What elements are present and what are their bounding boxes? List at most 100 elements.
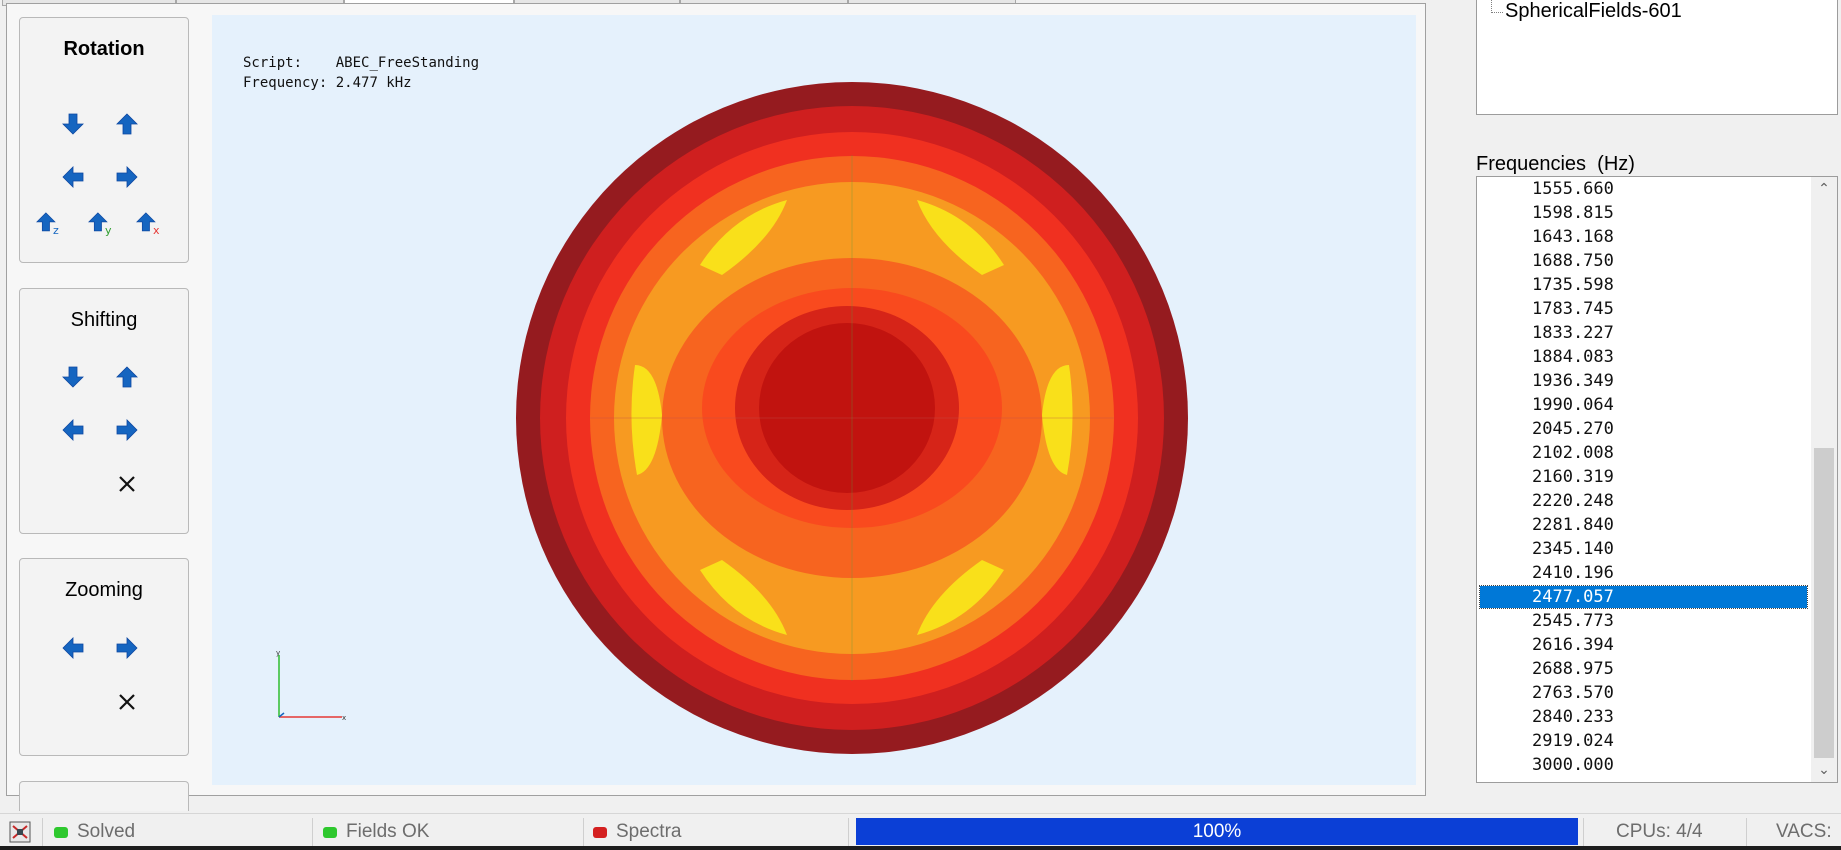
shift-up-button[interactable] bbox=[114, 364, 140, 390]
status-separator bbox=[1746, 818, 1747, 846]
shift-reset-button[interactable] bbox=[114, 471, 140, 497]
arrow-left-icon bbox=[62, 166, 84, 188]
close-x-icon bbox=[117, 474, 137, 494]
status-separator bbox=[42, 818, 43, 846]
chevron-down-icon: ⌄ bbox=[1818, 762, 1830, 778]
app-window: Rotation z y x Shifting Zooming Script: … bbox=[0, 0, 1841, 850]
axis-y-icon: y bbox=[88, 210, 114, 236]
frequency-item[interactable]: 2345.140 bbox=[1480, 538, 1807, 560]
status-separator bbox=[848, 818, 849, 846]
status-separator bbox=[583, 818, 584, 846]
frequency-item[interactable]: 2281.840 bbox=[1480, 514, 1807, 536]
fields-status: Fields OK bbox=[323, 816, 429, 848]
frequency-item[interactable]: 2220.248 bbox=[1480, 490, 1807, 512]
frequency-item[interactable]: 2410.196 bbox=[1480, 562, 1807, 584]
arrow-down-icon bbox=[62, 366, 84, 388]
frequency-item[interactable]: 2045.270 bbox=[1480, 418, 1807, 440]
frequency-item-selected[interactable]: 2477.057 bbox=[1479, 585, 1808, 609]
zooming-group: Zooming bbox=[19, 558, 189, 756]
svg-text:z: z bbox=[53, 224, 59, 236]
zoom-in-button[interactable] bbox=[114, 635, 140, 661]
status-separator bbox=[1583, 818, 1584, 846]
arrow-right-icon bbox=[116, 419, 138, 441]
arrow-left-icon bbox=[62, 419, 84, 441]
frequency-item[interactable]: 2160.319 bbox=[1480, 466, 1807, 488]
rotate-down-button[interactable] bbox=[60, 111, 86, 137]
svg-text:x: x bbox=[153, 224, 160, 236]
scroll-thumb[interactable] bbox=[1814, 448, 1834, 758]
frequencies-scrollbar[interactable]: ⌃ ⌄ bbox=[1811, 177, 1837, 782]
svg-text:x: x bbox=[342, 714, 346, 722]
close-x-icon bbox=[117, 692, 137, 712]
frequency-item[interactable]: 1936.349 bbox=[1480, 370, 1807, 392]
fields-ok-label: Fields OK bbox=[346, 821, 430, 842]
green-led-icon bbox=[323, 826, 337, 838]
zooming-title: Zooming bbox=[65, 579, 143, 601]
frequency-item[interactable]: 2545.773 bbox=[1480, 610, 1807, 632]
rotate-z-button[interactable]: z bbox=[36, 210, 62, 236]
app-status-icon bbox=[8, 816, 32, 848]
rotate-x-button[interactable]: x bbox=[136, 210, 162, 236]
shift-down-button[interactable] bbox=[60, 364, 86, 390]
frequency-item[interactable]: 3000.000 bbox=[1480, 754, 1807, 776]
tree-connector bbox=[1491, 0, 1503, 13]
frequency-item[interactable]: 1555.660 bbox=[1480, 178, 1807, 200]
arrow-up-icon bbox=[116, 113, 138, 135]
frequency-item[interactable]: 2688.975 bbox=[1480, 658, 1807, 680]
field-viewport[interactable]: Script: ABEC_FreeStanding Frequency: 2.4… bbox=[212, 15, 1416, 785]
scroll-up-button[interactable]: ⌃ bbox=[1811, 177, 1837, 201]
axis-z-icon: z bbox=[36, 210, 62, 236]
tree-item-spherical-fields[interactable]: SphericalFields-601 bbox=[1505, 0, 1682, 23]
arrow-left-icon bbox=[62, 637, 84, 659]
rotate-up-button[interactable] bbox=[114, 111, 140, 137]
scroll-down-button[interactable]: ⌄ bbox=[1811, 758, 1837, 782]
rotate-right-button[interactable] bbox=[114, 164, 140, 190]
arrow-right-icon bbox=[116, 166, 138, 188]
solved-label: Solved bbox=[77, 821, 136, 842]
zoom-reset-button[interactable] bbox=[114, 689, 140, 715]
model-tree[interactable]: SphericalFields-601 bbox=[1476, 0, 1838, 115]
progress-text: 100% bbox=[1192, 820, 1242, 842]
rotate-y-button[interactable]: y bbox=[88, 210, 114, 236]
frequency-item[interactable]: 1735.598 bbox=[1480, 274, 1807, 296]
field-plot: y x bbox=[276, 82, 1188, 754]
field-band-core bbox=[759, 323, 935, 493]
frequency-item[interactable]: 1598.815 bbox=[1480, 202, 1807, 224]
frequency-item[interactable]: 1990.064 bbox=[1480, 394, 1807, 416]
frequency-item[interactable]: 2102.008 bbox=[1480, 442, 1807, 464]
shift-left-button[interactable] bbox=[60, 417, 86, 443]
frequency-item[interactable]: 1688.750 bbox=[1480, 250, 1807, 272]
frequency-item[interactable]: 1833.227 bbox=[1480, 322, 1807, 344]
cpus-status: CPUs: 4/4 bbox=[1616, 821, 1703, 842]
solved-status: Solved bbox=[54, 816, 135, 848]
svg-text:y: y bbox=[276, 649, 280, 657]
app-icon bbox=[9, 821, 31, 843]
frequency-item[interactable]: 1783.745 bbox=[1480, 298, 1807, 320]
coordinate-axes-icon: y x bbox=[276, 649, 346, 722]
frequency-item[interactable]: 1643.168 bbox=[1480, 226, 1807, 248]
frequency-item[interactable]: 1884.083 bbox=[1480, 346, 1807, 368]
svg-text:y: y bbox=[105, 224, 112, 236]
arrow-up-icon bbox=[116, 366, 138, 388]
shifting-title: Shifting bbox=[70, 309, 138, 331]
progress-bar: 100% bbox=[856, 818, 1578, 845]
zoom-out-button[interactable] bbox=[60, 635, 86, 661]
frequency-item[interactable]: 2616.394 bbox=[1480, 634, 1807, 656]
arrow-down-icon bbox=[62, 113, 84, 135]
taskbar-edge bbox=[0, 846, 1841, 850]
spectra-status: Spectra bbox=[593, 816, 681, 848]
shift-right-button[interactable] bbox=[114, 417, 140, 443]
rotation-title: Rotation bbox=[63, 38, 145, 60]
frequencies-label: Frequencies (Hz) bbox=[1476, 153, 1635, 175]
frequencies-list[interactable]: 3000.000 2919.024 2840.233 2763.570 2688.975… bbox=[1476, 176, 1838, 783]
chevron-up-icon: ⌃ bbox=[1818, 181, 1830, 197]
rotate-left-button[interactable] bbox=[60, 164, 86, 190]
green-led-icon bbox=[54, 826, 68, 838]
frequency-item[interactable]: 2840.233 bbox=[1480, 706, 1807, 728]
status-separator bbox=[312, 818, 313, 846]
spectra-label: Spectra bbox=[616, 821, 682, 842]
frequency-item[interactable]: 2763.570 bbox=[1480, 682, 1807, 704]
status-bar: Solved Fields OK Spectra 100% CPUs: 4/4 … bbox=[0, 813, 1841, 850]
frequency-item[interactable]: 2919.024 bbox=[1480, 730, 1807, 752]
extra-group bbox=[19, 781, 189, 811]
